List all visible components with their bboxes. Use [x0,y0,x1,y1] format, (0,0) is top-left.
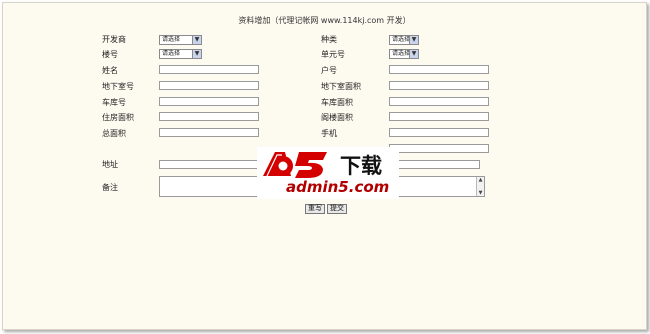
building-label: 楼号 [102,50,118,59]
reset-button[interactable]: 重写 [305,204,325,214]
room-label: 户号 [321,66,337,75]
housing-area-label: 住房面积 [102,113,134,122]
type-select[interactable]: 请选择 ▼ [389,35,419,45]
admin5-watermark: 下载 admin5.com [257,147,399,199]
building-select[interactable]: 请选择 ▼ [159,49,202,59]
garage-input[interactable] [159,97,259,106]
scroll-up-icon[interactable]: ▲ [477,177,484,183]
address-label: 地址 [102,160,118,169]
phone-label: 手机 [321,129,337,138]
chevron-down-icon: ▼ [409,36,418,44]
attic-area-input[interactable] [389,112,489,121]
form-page: 资料增加（代理记帐网 www.114kj.com 开发） 开发商 请选择 ▼ 种… [2,2,647,330]
basement-input[interactable] [159,81,259,90]
unit-select-value: 请选择 [392,50,411,57]
site-text: admin5.com [286,178,390,196]
remarks-label: 备注 [102,183,118,192]
building-select-value: 请选择 [162,50,181,57]
room-input[interactable] [389,65,489,74]
developer-select-value: 请选择 [162,36,181,43]
garage-label: 车库号 [102,98,126,107]
page-title: 资料增加（代理记帐网 www.114kj.com 开发） [238,16,411,25]
unit-select[interactable]: 请选择 ▼ [389,49,419,59]
housing-area-input[interactable] [159,112,259,121]
garage-area-label: 车库面积 [321,98,353,107]
extra-input[interactable] [389,144,489,153]
basement-area-input[interactable] [389,81,489,90]
chevron-down-icon: ▼ [409,50,418,58]
garage-area-input[interactable] [389,97,489,106]
developer-select[interactable]: 请选择 ▼ [159,35,202,45]
basement-area-label: 地下室面积 [321,82,361,91]
total-area-input[interactable] [159,128,259,137]
basement-label: 地下室号 [102,82,134,91]
attic-area-label: 阁楼面积 [321,113,353,122]
name-label: 姓名 [102,66,118,75]
developer-label: 开发商 [102,35,126,44]
chevron-down-icon: ▼ [192,50,201,58]
scrollbar[interactable]: ▲ ▼ [476,177,484,196]
type-label: 种类 [321,35,337,44]
name-input[interactable] [159,65,259,74]
total-area-label: 总面积 [102,129,126,138]
chevron-down-icon: ▼ [192,36,201,44]
type-select-value: 请选择 [392,36,411,43]
download-text: 下载 [340,154,382,178]
scroll-down-icon[interactable]: ▼ [477,190,484,196]
phone-input[interactable] [389,128,489,137]
unit-label: 单元号 [321,50,345,59]
submit-button[interactable]: 提交 [327,204,347,214]
a5-logo-icon [263,152,327,178]
